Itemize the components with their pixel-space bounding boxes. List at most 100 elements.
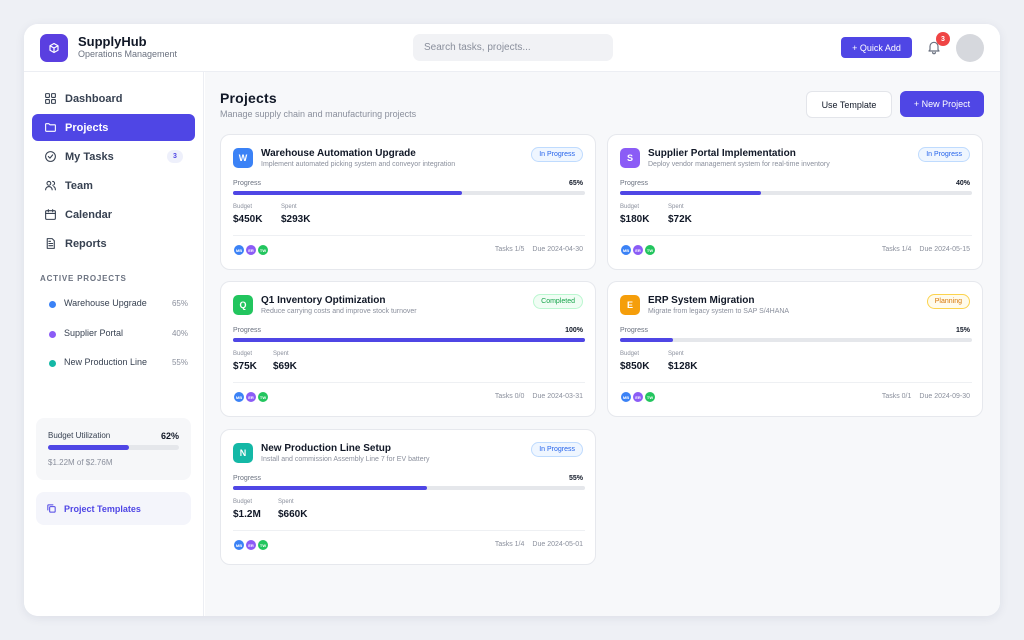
team-member-avatar[interactable]: ER [632, 391, 644, 403]
team-member-avatar[interactable]: ER [245, 244, 257, 256]
spent-value: $293K [281, 214, 311, 225]
project-templates-label: Project Templates [64, 503, 141, 514]
project-description: Deploy vendor management system for real… [648, 161, 830, 168]
budget-value: $180K [620, 214, 650, 225]
project-card[interactable]: E ERP System Migration Migrate from legacy… [607, 281, 983, 417]
active-project-percent: 40% [171, 329, 188, 338]
check-circle-icon [45, 151, 56, 162]
project-initial-icon: W [233, 148, 253, 168]
card-divider [233, 235, 585, 236]
progress-track [233, 486, 585, 490]
progress-percent: 40% [955, 180, 970, 187]
progress-percent: 15% [955, 327, 970, 334]
sidebar-item-reports[interactable]: Reports [32, 230, 195, 257]
page-title: Projects [220, 90, 277, 106]
team-member-avatar[interactable]: MB [233, 244, 245, 256]
progress-track [233, 191, 585, 195]
cube-icon [49, 42, 59, 54]
sidebar-item-label: Reports [65, 237, 107, 250]
budget-label: Budget [620, 351, 640, 357]
team-member-avatar[interactable]: TW [644, 391, 656, 403]
sidebar-item-dashboard[interactable]: Dashboard [32, 85, 195, 112]
budget-utilization-amount: $1.22M of $2.76M [48, 458, 113, 467]
progress-track [233, 338, 585, 342]
notification-badge: 3 [936, 32, 950, 46]
sidebar-item-projects[interactable]: Projects [32, 114, 195, 141]
new-project-button[interactable]: + New Project [900, 91, 984, 117]
document-icon [46, 238, 55, 249]
team-member-avatar[interactable]: TW [257, 539, 269, 551]
project-name: Warehouse Automation Upgrade [261, 148, 416, 159]
active-project-item[interactable]: New Production Line 55% [32, 353, 195, 373]
team-member-avatar[interactable]: ER [245, 539, 257, 551]
project-name: Q1 Inventory Optimization [261, 295, 386, 306]
project-card[interactable]: S Supplier Portal Implementation Deploy ve… [607, 134, 983, 270]
team-member-avatar[interactable]: MB [233, 391, 245, 403]
team-member-avatar[interactable]: TW [644, 244, 656, 256]
active-project-name: Supplier Portal [64, 328, 124, 338]
task-count: Tasks 1/5 [494, 246, 525, 253]
spent-label: Spent [278, 499, 294, 505]
progress-fill [620, 191, 761, 195]
progress-fill [620, 338, 673, 342]
budget-value: $1.2M [233, 509, 261, 520]
due-date: Due 2024-09-30 [919, 393, 970, 400]
team-member-avatar[interactable]: ER [245, 391, 257, 403]
progress-track [620, 338, 972, 342]
project-card[interactable]: Q Q1 Inventory Optimization Reduce carryin… [220, 281, 596, 417]
search-input[interactable] [413, 34, 613, 61]
project-card[interactable]: W Warehouse Automation Upgrade Implement a… [220, 134, 596, 270]
users-icon [45, 180, 56, 191]
main-content: Projects Manage supply chain and manufac… [205, 72, 1000, 616]
sidebar-item-label: Projects [65, 121, 109, 134]
sidebar-item-team[interactable]: Team [32, 172, 195, 199]
user-avatar[interactable] [956, 34, 984, 62]
team-member-avatar[interactable]: MB [620, 391, 632, 403]
folder-icon [45, 123, 56, 132]
team-member-avatar[interactable]: MB [620, 244, 632, 256]
project-initial-icon: E [620, 295, 640, 315]
team-member-avatar[interactable]: ER [632, 244, 644, 256]
spent-value: $69K [273, 361, 297, 372]
sidebar: Dashboard Projects My Tasks 3 Team Calen… [24, 72, 204, 616]
progress-fill [233, 338, 585, 342]
due-date: Due 2024-05-01 [532, 541, 583, 548]
card-divider [620, 235, 972, 236]
project-description: Implement automated picking system and c… [261, 161, 456, 168]
project-name: New Production Line Setup [261, 443, 392, 454]
budget-progress-fill [48, 445, 130, 450]
use-template-button[interactable]: Use Template [806, 91, 892, 118]
page-subtitle: Manage supply chain and manufacturing pr… [220, 109, 417, 119]
due-date: Due 2024-05-15 [919, 246, 970, 253]
project-meta: Tasks 1/5 Due 2024-04-30 [495, 246, 583, 253]
progress-label: Progress [233, 327, 262, 334]
status-badge: Completed [533, 294, 583, 309]
team-member-avatar[interactable]: TW [257, 391, 269, 403]
project-templates-button[interactable]: Project Templates [36, 492, 191, 525]
spent-label: Spent [668, 204, 684, 210]
sidebar-item-my-tasks[interactable]: My Tasks 3 [32, 143, 195, 170]
task-count: Tasks 1/4 [881, 246, 912, 253]
budget-label: Budget [233, 204, 253, 210]
active-project-item[interactable]: Supplier Portal 40% [32, 324, 195, 344]
app-logo[interactable] [40, 34, 68, 62]
team-member-avatar[interactable]: MB [233, 539, 245, 551]
project-card[interactable]: N New Production Line Setup Install and co… [220, 429, 596, 565]
card-divider [620, 382, 972, 383]
project-color-dot [49, 331, 56, 338]
team-member-avatar[interactable]: TW [257, 244, 269, 256]
quick-add-button[interactable]: + Quick Add [841, 37, 912, 58]
sidebar-item-calendar[interactable]: Calendar [32, 201, 195, 228]
active-projects-heading: ACTIVE PROJECTS [40, 274, 127, 283]
copy-icon [47, 504, 56, 513]
due-date: Due 2024-03-31 [532, 393, 583, 400]
budget-value: $850K [620, 361, 650, 372]
status-badge: In Progress [531, 442, 583, 457]
spent-value: $128K [668, 361, 698, 372]
budget-progress-track [48, 445, 179, 450]
progress-label: Progress [620, 180, 649, 187]
card-divider [233, 530, 585, 531]
spent-value: $72K [668, 214, 692, 225]
budget-utilization-card: Budget Utilization 62% $1.22M of $2.76M [36, 418, 191, 480]
active-project-item[interactable]: Warehouse Upgrade 65% [32, 294, 195, 314]
